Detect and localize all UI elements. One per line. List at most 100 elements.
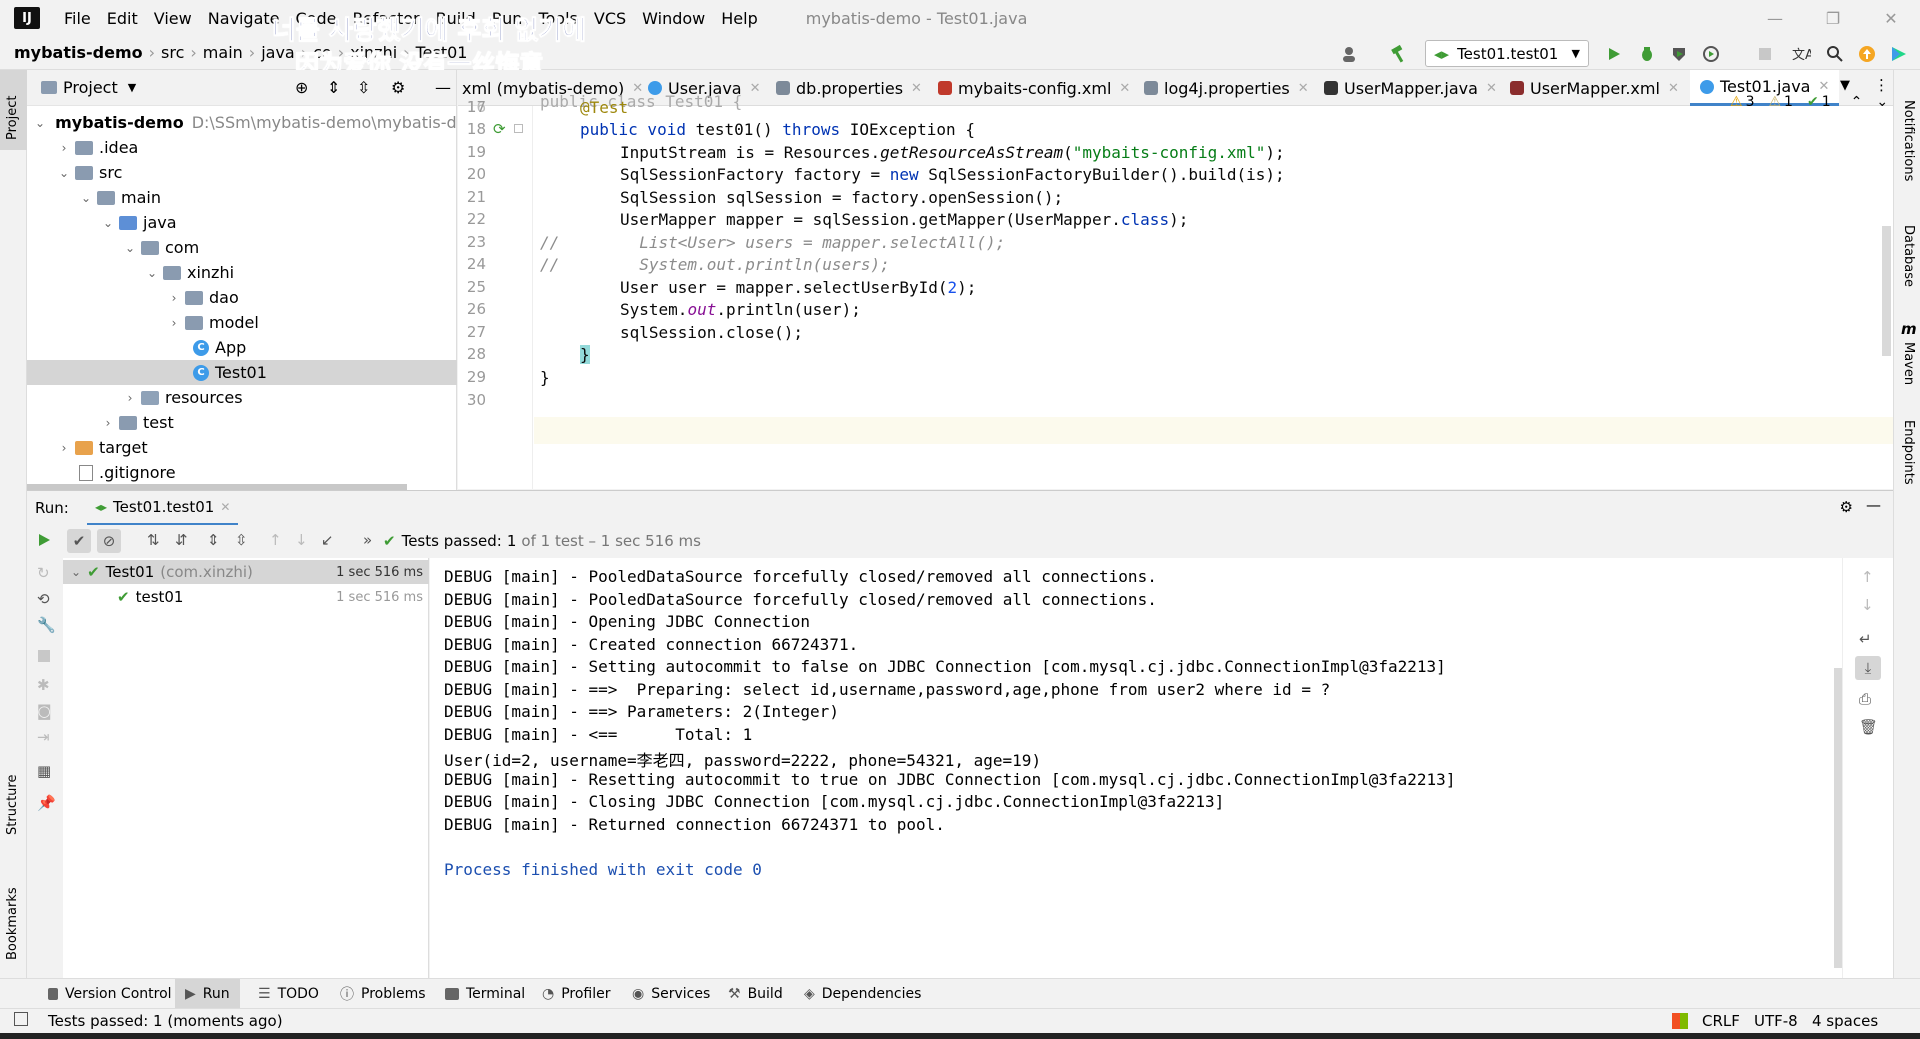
- breadcrumb-main[interactable]: main: [203, 43, 243, 62]
- run-test-gutter-icon[interactable]: ⟳: [493, 120, 506, 138]
- search-icon[interactable]: [1824, 43, 1846, 65]
- tree-item-xinzhi[interactable]: ⌄ xinzhi: [27, 260, 457, 285]
- build-hammer-icon[interactable]: [1388, 43, 1410, 65]
- print-icon[interactable]: ⎙: [1859, 690, 1871, 708]
- test-node-class[interactable]: ⌄ ✔ Test01 (com.xinzhi) 1 sec 516 ms: [63, 560, 429, 584]
- chevron-down-icon[interactable]: ⌄: [1876, 94, 1888, 110]
- editor-scrollbar[interactable]: [1882, 226, 1891, 356]
- show-passed-toggle[interactable]: ✔: [67, 529, 91, 553]
- expand-all-icon[interactable]: ⇕: [207, 531, 220, 549]
- close-icon[interactable]: ✕: [1486, 81, 1497, 96]
- show-ignored-toggle[interactable]: ⊘: [97, 529, 121, 553]
- updates-icon[interactable]: [1856, 43, 1878, 65]
- run-tab-test01[interactable]: ◂▸ Test01.test01 ✕: [87, 491, 239, 526]
- fold-icon[interactable]: [514, 124, 523, 133]
- tab-mybaits-config-xml[interactable]: mybaits-config.xml ✕: [938, 70, 1130, 106]
- tree-item-app[interactable]: C App: [27, 335, 457, 360]
- menu-vcs[interactable]: VCS: [586, 9, 634, 28]
- close-icon[interactable]: ✕: [1668, 81, 1679, 96]
- tab-version-control[interactable]: Version Control: [42, 979, 178, 1009]
- gear-icon[interactable]: ⚙: [391, 78, 405, 97]
- close-icon[interactable]: ✕: [220, 500, 230, 514]
- line-separator[interactable]: CRLF: [1702, 1012, 1740, 1030]
- sort-alpha-icon[interactable]: ⇅: [147, 531, 160, 549]
- project-tool-button[interactable]: Project: [0, 70, 27, 150]
- inspection-widget[interactable]: ⚠ 3 ⚠ 1 ✔ 1 ⌃ ⌄: [1730, 94, 1888, 110]
- tree-item-resources[interactable]: › resources: [27, 385, 457, 410]
- tree-item-com[interactable]: ⌄ com: [27, 235, 457, 260]
- structure-tool-button[interactable]: Structure: [0, 760, 27, 840]
- trash-icon[interactable]: 🗑: [1859, 718, 1878, 736]
- debug-icon[interactable]: ✱: [37, 676, 50, 694]
- arrow-up-icon[interactable]: ↑: [1861, 568, 1874, 586]
- code-editor[interactable]: 16 17 18 19 20 21 22 23 24 25 26 27 28 2…: [458, 92, 1894, 489]
- test-node-method[interactable]: ✔ test01 1 sec 516 ms: [63, 585, 429, 609]
- run-configuration-select[interactable]: ◂▸ Test01.test01 ▼: [1425, 40, 1589, 67]
- tree-item-model[interactable]: › model: [27, 310, 457, 335]
- tree-item-idea[interactable]: › .idea: [27, 135, 457, 160]
- hide-icon[interactable]: —: [1866, 496, 1881, 514]
- camera-icon[interactable]: ◙: [37, 702, 52, 720]
- chevron-down-icon[interactable]: ▼: [1840, 78, 1850, 93]
- collapse-all-icon[interactable]: ⇳: [357, 78, 370, 97]
- profiler-icon[interactable]: [1700, 43, 1722, 65]
- tree-item-target[interactable]: › target: [27, 435, 457, 460]
- bookmarks-tool-button[interactable]: Bookmarks: [0, 870, 27, 970]
- soft-wrap-icon[interactable]: ↵: [1859, 630, 1872, 648]
- tree-item-gitignore[interactable]: .gitignore: [27, 460, 457, 485]
- rerun-icon[interactable]: [36, 532, 52, 548]
- expand-all-icon[interactable]: ⇕: [327, 78, 340, 97]
- tree-item-dao[interactable]: › dao: [27, 285, 457, 310]
- menu-file[interactable]: File: [56, 9, 99, 28]
- tree-item-test[interactable]: › test: [27, 410, 457, 435]
- more-icon[interactable]: »: [363, 531, 372, 549]
- collapse-all-icon[interactable]: ⇳: [235, 531, 248, 549]
- coverage-icon[interactable]: [1668, 43, 1690, 65]
- rerun-failed-icon[interactable]: ↻: [37, 564, 50, 582]
- menu-help[interactable]: Help: [713, 9, 765, 28]
- close-icon[interactable]: ✕: [1818, 79, 1829, 94]
- stop-icon[interactable]: [38, 650, 50, 662]
- console-scrollbar[interactable]: [1834, 668, 1842, 968]
- close-icon[interactable]: ✕: [750, 81, 761, 96]
- layout-icon[interactable]: ▦: [37, 762, 51, 780]
- wrench-icon[interactable]: 🔧: [37, 616, 56, 634]
- tree-item-test01[interactable]: C Test01: [27, 360, 457, 385]
- arrow-down-icon[interactable]: ↓: [1861, 596, 1874, 614]
- tree-item-src[interactable]: ⌄ src: [27, 160, 457, 185]
- locate-icon[interactable]: ⊕: [295, 78, 308, 97]
- jetbrains-toolbox-icon[interactable]: [1888, 43, 1910, 65]
- close-icon[interactable]: ✕: [1119, 81, 1130, 96]
- tab-db-properties[interactable]: db.properties ✕: [776, 70, 922, 106]
- tree-item-java[interactable]: ⌄ java: [27, 210, 457, 235]
- breadcrumb-src[interactable]: src: [161, 43, 184, 62]
- menu-edit[interactable]: Edit: [99, 9, 146, 28]
- arrow-up-icon[interactable]: ↑: [269, 531, 282, 549]
- toggle-auto-test-icon[interactable]: ⟲: [37, 590, 50, 608]
- debug-icon[interactable]: [1636, 43, 1658, 65]
- close-icon[interactable]: ✕: [1298, 81, 1309, 96]
- chevron-up-icon[interactable]: ⌃: [1851, 94, 1863, 110]
- sort-duration-icon[interactable]: ⇵: [175, 531, 188, 549]
- tab-run[interactable]: ▶ Run: [175, 979, 240, 1009]
- database-tool-button[interactable]: Database: [1894, 205, 1920, 295]
- translate-icon[interactable]: 文A: [1790, 43, 1812, 65]
- tab-log4j-properties[interactable]: log4j.properties ✕: [1144, 70, 1309, 106]
- scroll-to-end-icon[interactable]: ⤓: [1855, 656, 1881, 680]
- menu-view[interactable]: View: [146, 9, 200, 28]
- notifications-tool-button[interactable]: Notifications: [1894, 70, 1920, 190]
- pin-icon[interactable]: 📌: [37, 794, 56, 812]
- endpoints-tool-button[interactable]: Endpoints: [1894, 400, 1920, 485]
- tab-dependencies[interactable]: ◈ Dependencies: [798, 979, 927, 1009]
- import-tests-icon[interactable]: ↙: [321, 531, 334, 549]
- close-button[interactable]: ✕: [1862, 0, 1920, 36]
- user-icon[interactable]: [1340, 43, 1362, 65]
- hide-icon[interactable]: —: [435, 78, 451, 97]
- run-icon[interactable]: [1603, 43, 1625, 65]
- tree-item-root[interactable]: ⌄ mybatis-demo D:\SSm\mybatis-demo\mybatis…: [27, 110, 457, 135]
- project-panel-title[interactable]: Project: [63, 78, 118, 97]
- stop-icon[interactable]: [1754, 43, 1776, 65]
- toggle-tool-windows-icon[interactable]: [14, 1012, 28, 1026]
- tab-todo[interactable]: ☰ TODO: [252, 979, 325, 1009]
- close-icon[interactable]: ✕: [911, 81, 922, 96]
